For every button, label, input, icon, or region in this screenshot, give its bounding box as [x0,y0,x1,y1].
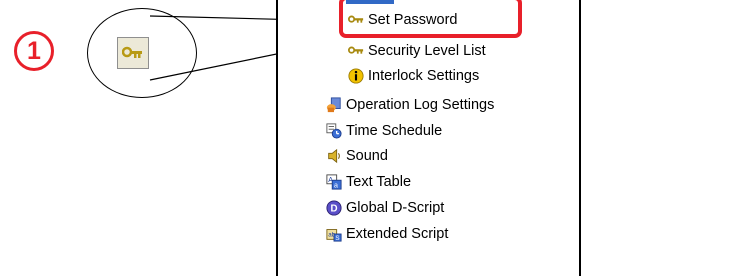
tree-item-label: Sound [346,148,388,164]
tree-item-label: Text Table [346,174,412,190]
tree-item-security-level-list[interactable]: Security Level List [348,40,486,62]
schedule-icon [326,123,342,139]
info-icon [348,68,364,84]
svg-text:S: S [335,235,339,242]
tree-item-label: Global D-Script [346,200,445,216]
tree-item-text-table[interactable]: Aa Text Table [326,171,411,193]
text-table-icon: Aa [326,174,342,190]
tree-item-global-d-script[interactable]: D Global D-Script [326,197,444,219]
tree-item-interlock-settings[interactable]: Interlock Settings [348,65,479,87]
log-icon [326,97,342,113]
tree-item-label: Extended Script [346,226,449,242]
tree-item-label: Security Level List [368,43,486,59]
extended-script-icon: ab S [326,226,342,242]
tree-item-label: Operation Log Settings [346,97,495,113]
tree-item-label: Time Schedule [346,123,443,139]
magnified-key-icon [117,37,149,69]
tree-panel: Set Password Security Level List Interlo… [276,0,581,276]
tree-item-time-schedule[interactable]: Time Schedule [326,120,442,142]
speaker-icon [326,148,342,164]
svg-text:D: D [330,204,337,215]
d-script-icon: D [326,200,342,216]
tree-item-operation-log-settings[interactable]: Operation Log Settings [326,94,494,116]
set-password-highlight-box [339,0,522,38]
svg-text:a: a [334,181,338,189]
tree-item-label: Interlock Settings [368,68,480,84]
tree-item-extended-script[interactable]: ab S Extended Script [326,223,448,245]
key-icon [348,43,364,59]
tree-item-sound[interactable]: Sound [326,145,388,167]
